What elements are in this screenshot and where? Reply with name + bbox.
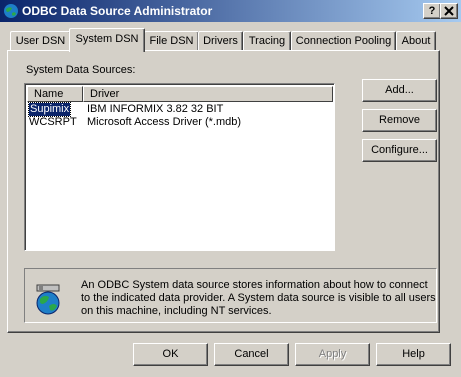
list-item-driver[interactable]: IBM INFORMIX 3.82 32 BIT — [87, 103, 223, 116]
tab-label: File DSN — [149, 35, 194, 47]
column-header-name[interactable]: Name — [27, 86, 83, 102]
column-header-driver[interactable]: Driver — [83, 86, 333, 102]
help-button[interactable]: Help — [376, 343, 451, 366]
cancel-button[interactable]: Cancel — [214, 343, 289, 366]
tab-label: Connection Pooling — [295, 35, 392, 47]
tab-label: System DSN — [75, 33, 139, 45]
title-bar[interactable]: ODBC Data Source Administrator ? — [0, 0, 461, 22]
add-button[interactable]: Add... — [362, 79, 437, 102]
tab-about[interactable]: About — [396, 31, 436, 51]
close-title-button[interactable] — [440, 3, 458, 19]
apply-button: Apply — [295, 343, 370, 366]
ok-button[interactable]: OK — [133, 343, 208, 366]
tab-label: About — [401, 35, 431, 47]
tab-tracing[interactable]: Tracing — [243, 31, 291, 51]
list-item-driver[interactable]: Microsoft Access Driver (*.mdb) — [87, 116, 241, 129]
tab-connection-pooling[interactable]: Connection Pooling — [291, 31, 396, 51]
list-item-name[interactable]: WCSRPT — [29, 116, 77, 129]
help-title-button[interactable]: ? — [423, 3, 441, 19]
system-dsn-globe-icon — [36, 284, 60, 315]
remove-button[interactable]: Remove — [362, 109, 437, 132]
info-description: An ODBC System data source stores inform… — [81, 279, 436, 317]
tab-user-dsn[interactable]: User DSN — [10, 31, 71, 51]
system-dsn-list[interactable]: Name Driver Supimix IBM INFORMIX 3.82 32… — [24, 83, 335, 251]
odbc-globe-icon — [4, 4, 18, 18]
tab-label: Drivers — [203, 35, 238, 47]
configure-button[interactable]: Configure... — [362, 139, 437, 162]
tab-label: User DSN — [15, 35, 66, 47]
tab-system-dsn[interactable]: System DSN — [69, 28, 145, 52]
tab-file-dsn[interactable]: File DSN — [144, 31, 199, 51]
close-icon — [444, 6, 454, 16]
tab-label: Tracing — [248, 35, 286, 47]
list-item-name[interactable]: Supimix — [27, 102, 72, 117]
window-title: ODBC Data Source Administrator — [22, 4, 213, 18]
system-data-sources-label: System Data Sources: — [26, 64, 136, 76]
tab-drivers[interactable]: Drivers — [198, 31, 243, 51]
